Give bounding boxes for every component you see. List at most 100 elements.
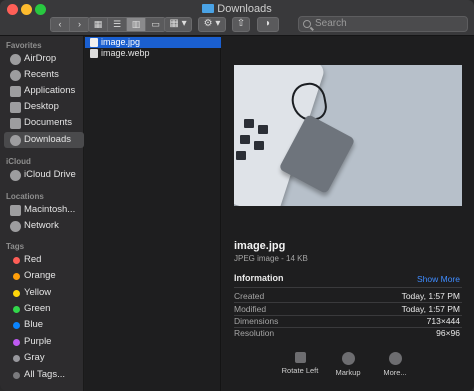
sidebar-item-label: Gray xyxy=(24,352,45,363)
key-shape xyxy=(240,135,250,144)
sidebar-item-label: Documents xyxy=(24,117,73,128)
file-name: image.jpg xyxy=(101,37,141,47)
info-value-modified: Today, 1:57 PM xyxy=(401,304,460,314)
sidebar-item-label: Orange xyxy=(24,270,56,281)
tag-dot-icon xyxy=(13,306,20,313)
search-field[interactable] xyxy=(298,16,468,32)
window-title-text: Downloads xyxy=(217,3,272,15)
share-button[interactable]: ⇧ xyxy=(232,17,250,32)
applications-icon xyxy=(10,86,21,97)
action-menu-button[interactable]: ⚙ ▾ xyxy=(198,17,226,32)
sidebar-item-label: Recents xyxy=(24,69,59,80)
search-input[interactable] xyxy=(315,18,455,29)
file-name: image.webp xyxy=(101,48,150,58)
view-mode-buttons: ▦ ☰ ▥ ▭ xyxy=(88,17,166,32)
sidebar-item-label: Blue xyxy=(24,319,44,330)
sidebar-item-all-tags[interactable]: All Tags... xyxy=(4,367,84,383)
tag-dot-icon xyxy=(13,290,20,297)
info-key-modified: Modified xyxy=(234,304,267,314)
globe-icon xyxy=(10,221,21,232)
tag-dot-icon xyxy=(13,339,20,346)
markup-button[interactable]: Markup xyxy=(328,352,368,377)
airdrop-icon xyxy=(10,54,21,65)
window-title: Downloads xyxy=(0,2,474,16)
back-forward-buttons: ‹ › xyxy=(50,17,90,32)
sidebar-item-tag-orange[interactable]: Orange xyxy=(4,268,84,284)
tag-dot-icon xyxy=(13,322,20,329)
gallery-view-button[interactable]: ▭ xyxy=(146,18,165,31)
markup-label: Markup xyxy=(335,368,361,377)
all-tags-icon xyxy=(13,372,20,379)
rotate-left-button[interactable]: Rotate Left xyxy=(279,352,321,375)
image-file-icon xyxy=(90,49,98,58)
sidebar-item-label: iCloud Drive xyxy=(24,169,76,180)
sidebar-item-recents[interactable]: Recents xyxy=(4,67,84,83)
favorites-header: Favorites xyxy=(6,41,42,50)
key-shape xyxy=(244,119,254,128)
info-key-created: Created xyxy=(234,291,265,301)
sidebar-item-macintosh-hd[interactable]: Macintosh... xyxy=(4,202,84,218)
clock-icon xyxy=(10,70,21,81)
tags-button[interactable]: ◗ xyxy=(257,17,279,32)
tag-dot-icon xyxy=(13,355,20,362)
key-shape xyxy=(236,151,246,160)
sidebar-item-label: Applications xyxy=(24,85,76,96)
divider xyxy=(234,302,462,303)
sidebar-item-network[interactable]: Network xyxy=(4,218,84,234)
sidebar-item-tag-green[interactable]: Green xyxy=(4,301,84,317)
markup-icon xyxy=(341,352,355,365)
sidebar-item-tag-yellow[interactable]: Yellow xyxy=(4,285,84,301)
disk-icon xyxy=(10,205,21,216)
sidebar-item-label: Yellow xyxy=(24,287,52,298)
show-more-link[interactable]: Show More xyxy=(417,274,460,284)
divider xyxy=(234,287,462,288)
key-shape xyxy=(258,125,268,134)
sidebar-item-label: All Tags... xyxy=(24,369,66,380)
desktop-icon xyxy=(10,102,21,113)
sidebar-item-documents[interactable]: Documents xyxy=(4,115,84,131)
preview-image xyxy=(234,65,462,206)
sidebar-item-label: Desktop xyxy=(24,101,59,112)
sidebar-item-downloads[interactable]: Downloads xyxy=(4,132,84,148)
more-button[interactable]: More... xyxy=(375,352,415,377)
sidebar-item-label: Red xyxy=(24,254,42,265)
info-value-dimensions: 713×444 xyxy=(426,316,460,326)
back-button[interactable]: ‹ xyxy=(51,18,70,31)
sidebar-item-label: Macintosh... xyxy=(24,204,76,215)
info-key-resolution: Resolution xyxy=(234,328,275,338)
search-icon xyxy=(303,20,311,28)
list-view-button[interactable]: ☰ xyxy=(108,18,127,31)
sidebar-item-applications[interactable]: Applications xyxy=(4,83,84,99)
information-header: Information xyxy=(234,273,284,283)
sidebar-item-tag-blue[interactable]: Blue xyxy=(4,317,84,333)
column-view-button[interactable]: ▥ xyxy=(127,18,146,31)
sidebar-item-label: Purple xyxy=(24,336,52,347)
download-icon xyxy=(10,135,21,146)
info-value-created: Today, 1:57 PM xyxy=(401,291,460,301)
tag-dot-icon xyxy=(13,273,20,280)
document-icon xyxy=(10,118,21,129)
icon-view-button[interactable]: ▦ xyxy=(89,18,108,31)
cloud-icon xyxy=(10,170,21,181)
preview-filename: image.jpg xyxy=(234,240,286,252)
sidebar-item-airdrop[interactable]: AirDrop xyxy=(4,51,84,67)
sidebar-item-tag-purple[interactable]: Purple xyxy=(4,334,84,350)
sidebar-item-desktop[interactable]: Desktop xyxy=(4,99,84,115)
finder-window: Downloads ‹ › ▦ ☰ ▥ ▭ ▦ ▾ ⚙ ▾ ⇧ ◗ Favori… xyxy=(0,0,474,391)
group-by-button[interactable]: ▦ ▾ xyxy=(164,17,192,32)
sidebar-item-label: AirDrop xyxy=(24,53,57,64)
sidebar-item-icloud-drive[interactable]: iCloud Drive xyxy=(4,167,84,183)
icloud-header: iCloud xyxy=(6,157,31,166)
forward-button[interactable]: › xyxy=(70,18,89,31)
file-row[interactable]: image.webp xyxy=(85,48,221,59)
sidebar-item-tag-gray[interactable]: Gray xyxy=(4,350,84,366)
file-row[interactable]: image.jpg xyxy=(85,37,221,48)
sidebar-item-tag-red[interactable]: Red xyxy=(4,252,84,268)
info-value-resolution: 96×96 xyxy=(436,328,460,338)
sidebar-item-label: Downloads xyxy=(24,134,71,145)
key-shape xyxy=(254,141,264,150)
preview-kind: JPEG image - 14 KB xyxy=(234,254,308,263)
title-bar: Downloads ‹ › ▦ ☰ ▥ ▭ ▦ ▾ ⚙ ▾ ⇧ ◗ xyxy=(0,0,474,36)
more-icon xyxy=(388,352,402,365)
locations-header: Locations xyxy=(6,192,44,201)
